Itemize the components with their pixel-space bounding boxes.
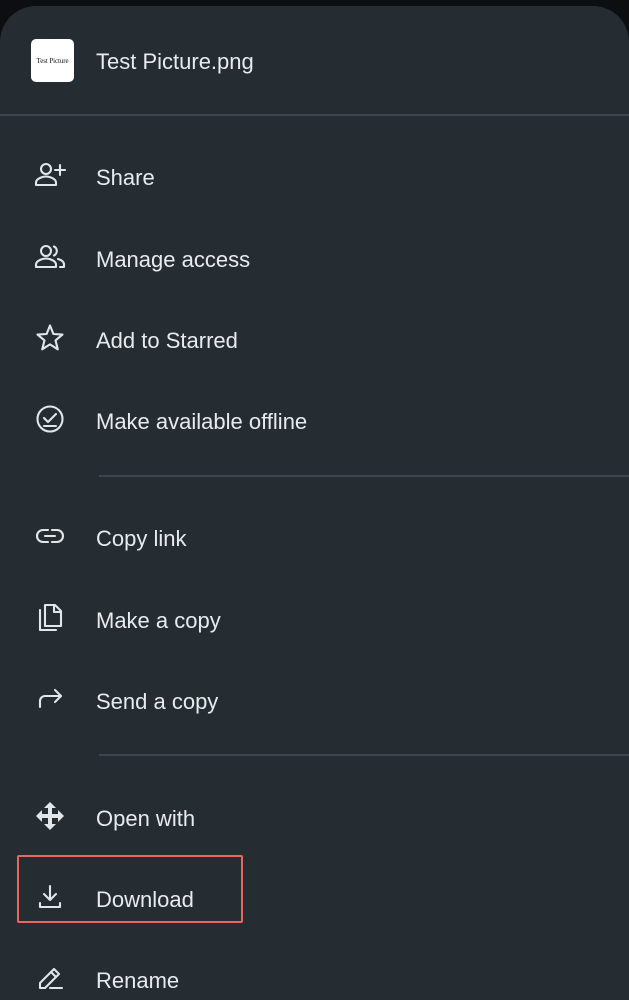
open-with-arrows-icon bbox=[33, 799, 67, 833]
header-divider bbox=[0, 114, 629, 116]
section-divider bbox=[99, 754, 629, 756]
menu-item-open-with[interactable]: Open with bbox=[0, 784, 629, 854]
menu-item-label: Add to Starred bbox=[96, 328, 238, 353]
menu-item-label: Rename bbox=[96, 968, 180, 993]
menu-item-manage-access[interactable]: Manage access bbox=[0, 225, 629, 295]
menu-item-share[interactable]: Share bbox=[0, 143, 629, 213]
download-icon bbox=[33, 880, 67, 914]
pencil-rename-icon bbox=[33, 961, 67, 995]
menu-item-make-available-offline[interactable]: Make available offline bbox=[0, 387, 629, 457]
menu-item-label: Manage access bbox=[96, 247, 251, 272]
link-icon bbox=[33, 519, 67, 553]
people-icon bbox=[33, 240, 67, 274]
menu-item-label: Make a copy bbox=[96, 608, 221, 633]
person-add-icon bbox=[33, 158, 67, 192]
section-divider bbox=[99, 475, 629, 477]
menu-item-send-a-copy[interactable]: Send a copy bbox=[0, 667, 629, 737]
menu-item-label: Send a copy bbox=[96, 689, 219, 714]
menu-item-make-a-copy[interactable]: Make a copy bbox=[0, 586, 629, 656]
menu-item-label: Copy link bbox=[96, 526, 187, 551]
bottom-sheet: Test Picture Test Picture.png Share Mana… bbox=[0, 6, 629, 1000]
menu-item-label: Download bbox=[96, 887, 194, 912]
menu-item-download[interactable]: Download bbox=[0, 865, 629, 935]
copy-icon bbox=[33, 601, 67, 635]
file-thumbnail: Test Picture bbox=[31, 39, 74, 82]
menu-item-label: Share bbox=[96, 165, 155, 190]
offline-check-icon bbox=[33, 402, 67, 436]
file-header: Test Picture Test Picture.png bbox=[0, 6, 629, 114]
file-name: Test Picture.png bbox=[96, 49, 254, 74]
menu-item-rename[interactable]: Rename bbox=[0, 946, 629, 1000]
star-outline-icon bbox=[33, 321, 67, 355]
menu-item-label: Make available offline bbox=[96, 409, 308, 434]
menu-item-label: Open with bbox=[96, 806, 196, 831]
menu-item-copy-link[interactable]: Copy link bbox=[0, 504, 629, 574]
forward-arrow-icon bbox=[33, 682, 67, 716]
thumbnail-text: Test Picture bbox=[36, 56, 69, 65]
menu-item-add-to-starred[interactable]: Add to Starred bbox=[0, 306, 629, 376]
